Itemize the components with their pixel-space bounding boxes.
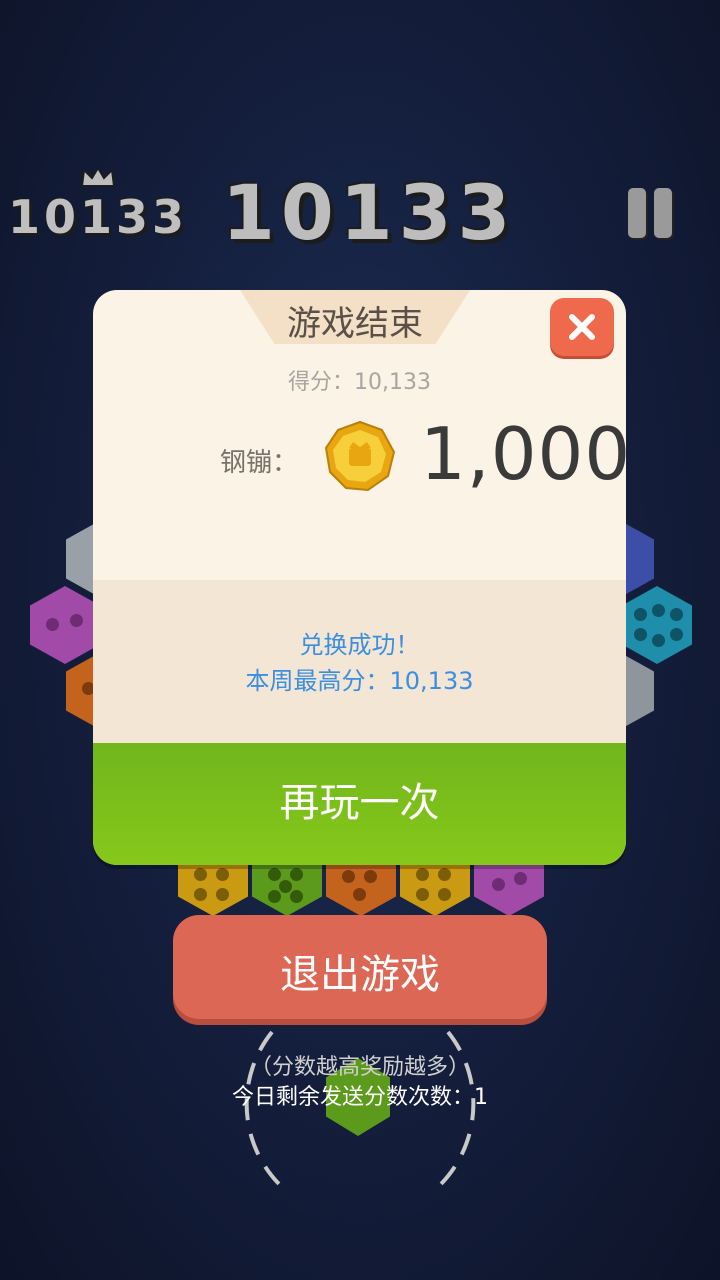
coin-icon	[324, 420, 396, 492]
close-button[interactable]	[550, 298, 614, 356]
tile-dot	[353, 888, 366, 901]
tile-dot	[268, 890, 281, 903]
tile-dot	[438, 888, 451, 901]
tile-dot	[492, 878, 505, 891]
tile-dot	[70, 614, 83, 627]
exit-game-label: 退出游戏	[280, 952, 440, 998]
tile-dot	[670, 608, 683, 621]
tile-dot	[652, 604, 665, 617]
tile-dot	[342, 870, 355, 883]
tile-dot	[670, 628, 683, 641]
tile-dot	[364, 870, 377, 883]
dialog-title: 游戏结束	[287, 304, 423, 344]
close-icon	[569, 314, 595, 340]
tile-dot	[652, 634, 665, 647]
tile-dot	[634, 608, 647, 621]
tile-dot	[216, 868, 229, 881]
remaining-sends: 今日剩余发送分数次数：1	[231, 1085, 488, 1110]
coin-value: 1,000	[420, 412, 632, 496]
tile-dot	[514, 872, 527, 885]
hex-tile	[30, 586, 100, 664]
reward-hint: （分数越高奖励越多）	[249, 1055, 470, 1080]
hex-tile	[622, 586, 692, 664]
best-score: 10133	[8, 190, 189, 244]
tile-dot	[194, 868, 207, 881]
final-score: 得分：10,133	[288, 370, 431, 395]
tile-dot	[46, 618, 59, 631]
replay-label: 再玩一次	[279, 780, 440, 826]
tile-dot	[416, 888, 429, 901]
weekly-best: 本周最高分：10,133	[245, 667, 474, 695]
tile-dot	[290, 890, 303, 903]
tile-dot	[634, 628, 647, 641]
tile-dot	[268, 868, 281, 881]
tile-dot	[290, 868, 303, 881]
score-hud: 10133 10133	[0, 160, 720, 260]
crown-icon	[80, 166, 116, 187]
tile-dot	[438, 868, 451, 881]
tile-dot	[194, 888, 207, 901]
coin-label: 钢镚：	[220, 448, 299, 478]
tile-dot	[279, 880, 292, 893]
tile-dot	[216, 888, 229, 901]
current-score: 10133	[222, 168, 517, 257]
tile-dot	[416, 868, 429, 881]
exchange-message: 兑换成功！	[299, 631, 420, 659]
pause-icon	[628, 188, 646, 238]
pause-button[interactable]	[624, 188, 680, 244]
